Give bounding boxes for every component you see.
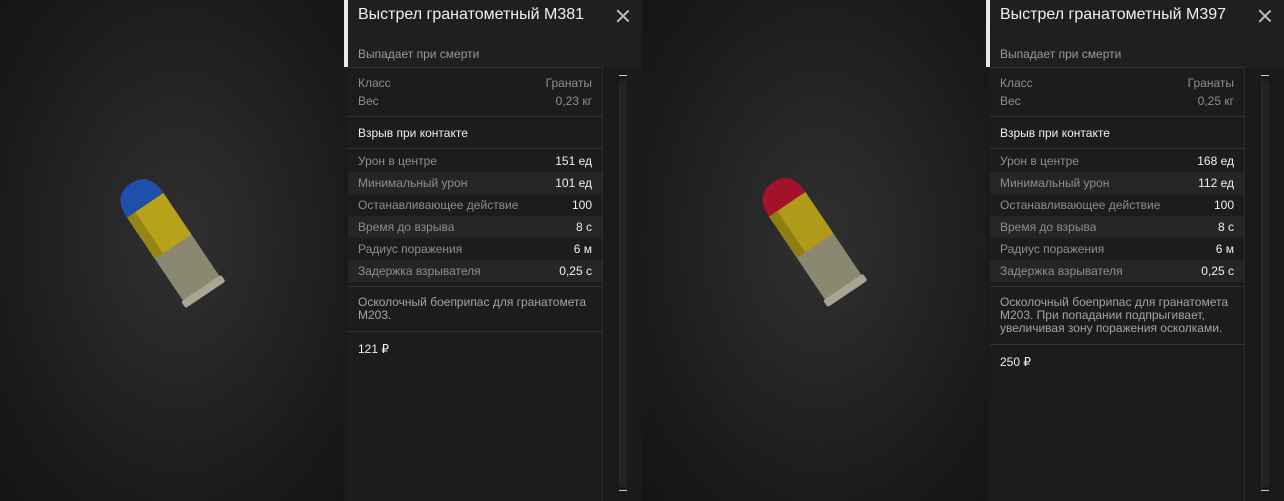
item-title: Выстрел гранатометный М397 [1000,6,1227,23]
item-description: Осколочный боеприпас для гранатомета М20… [990,287,1244,345]
item-title: Выстрел гранатометный М381 [358,6,585,23]
scroll-up-icon[interactable] [618,70,628,80]
stats-table: Урон в центре 168 ед Минимальный урон 112 … [990,149,1244,287]
scroll-up-icon[interactable] [1260,70,1270,80]
panel-body: Класс Гранаты Вес 0,23 кг Взрыв при конт… [348,67,603,501]
item-subtitle: Выпадает при смерти [1000,47,1122,61]
close-icon[interactable] [1258,9,1272,23]
item-card-m381: Выстрел гранатометный М381 Выпадает при … [0,0,642,501]
scrollbar[interactable] [608,67,638,501]
scroll-track[interactable] [619,81,627,487]
item-preview [642,0,986,501]
item-card-m397: Выстрел гранатометный М397 Выпадает при … [642,0,1284,501]
stat-row: Минимальный урон 112 ед [990,172,1244,194]
fuze-type: Взрыв при контакте [990,117,1244,149]
panel-body: Класс Гранаты Вес 0,25 кг Взрыв при конт… [990,67,1245,501]
stat-row: Радиус поражения 6 м [358,242,592,256]
stat-row: Задержка взрывателя 0,25 с [348,260,602,282]
close-icon[interactable] [616,9,630,23]
scroll-down-icon[interactable] [1260,485,1270,495]
item-subtitle: Выпадает при смерти [358,47,480,61]
info-row-class: Класс Гранаты [1000,76,1234,90]
item-price: 250 ₽ [1000,355,1031,369]
stats-table: Урон в центре 151 ед Минимальный урон 101 … [348,149,602,287]
panel-header: Выстрел гранатометный М381 Выпадает при … [344,0,642,67]
basic-info: Класс Гранаты Вес 0,23 кг [348,68,602,117]
item-info-panel: Выстрел гранатометный М381 Выпадает при … [344,0,642,501]
basic-info: Класс Гранаты Вес 0,25 кг [990,68,1244,117]
item-info-panel: Выстрел гранатометный М397 Выпадает при … [986,0,1284,501]
stat-row: Время до взрыва 8 с [348,216,602,238]
panel-header: Выстрел гранатометный М397 Выпадает при … [986,0,1284,67]
fuze-type: Взрыв при контакте [348,117,602,149]
stat-row: Минимальный урон 101 ед [348,172,602,194]
info-row-weight: Вес 0,23 кг [358,94,592,108]
item-price: 121 ₽ [358,342,389,356]
grenade-shell-icon [120,179,225,308]
info-row-weight: Вес 0,25 кг [1000,94,1234,108]
scrollbar[interactable] [1250,67,1280,501]
scroll-down-icon[interactable] [618,485,628,495]
grenade-shell-icon [762,178,867,307]
stat-row: Задержка взрывателя 0,25 с [990,260,1244,282]
stat-row: Останавливающее действие 100 [358,198,592,212]
stat-row: Время до взрыва 8 с [990,216,1244,238]
scroll-track[interactable] [1261,81,1269,487]
info-row-class: Класс Гранаты [358,76,592,90]
stat-row: Урон в центре 168 ед [1000,154,1234,168]
item-description: Осколочный боеприпас для гранатомета М20… [348,287,602,332]
stat-row: Радиус поражения 6 м [1000,242,1234,256]
stat-row: Урон в центре 151 ед [358,154,592,168]
item-preview [0,0,344,501]
stat-row: Останавливающее действие 100 [1000,198,1234,212]
